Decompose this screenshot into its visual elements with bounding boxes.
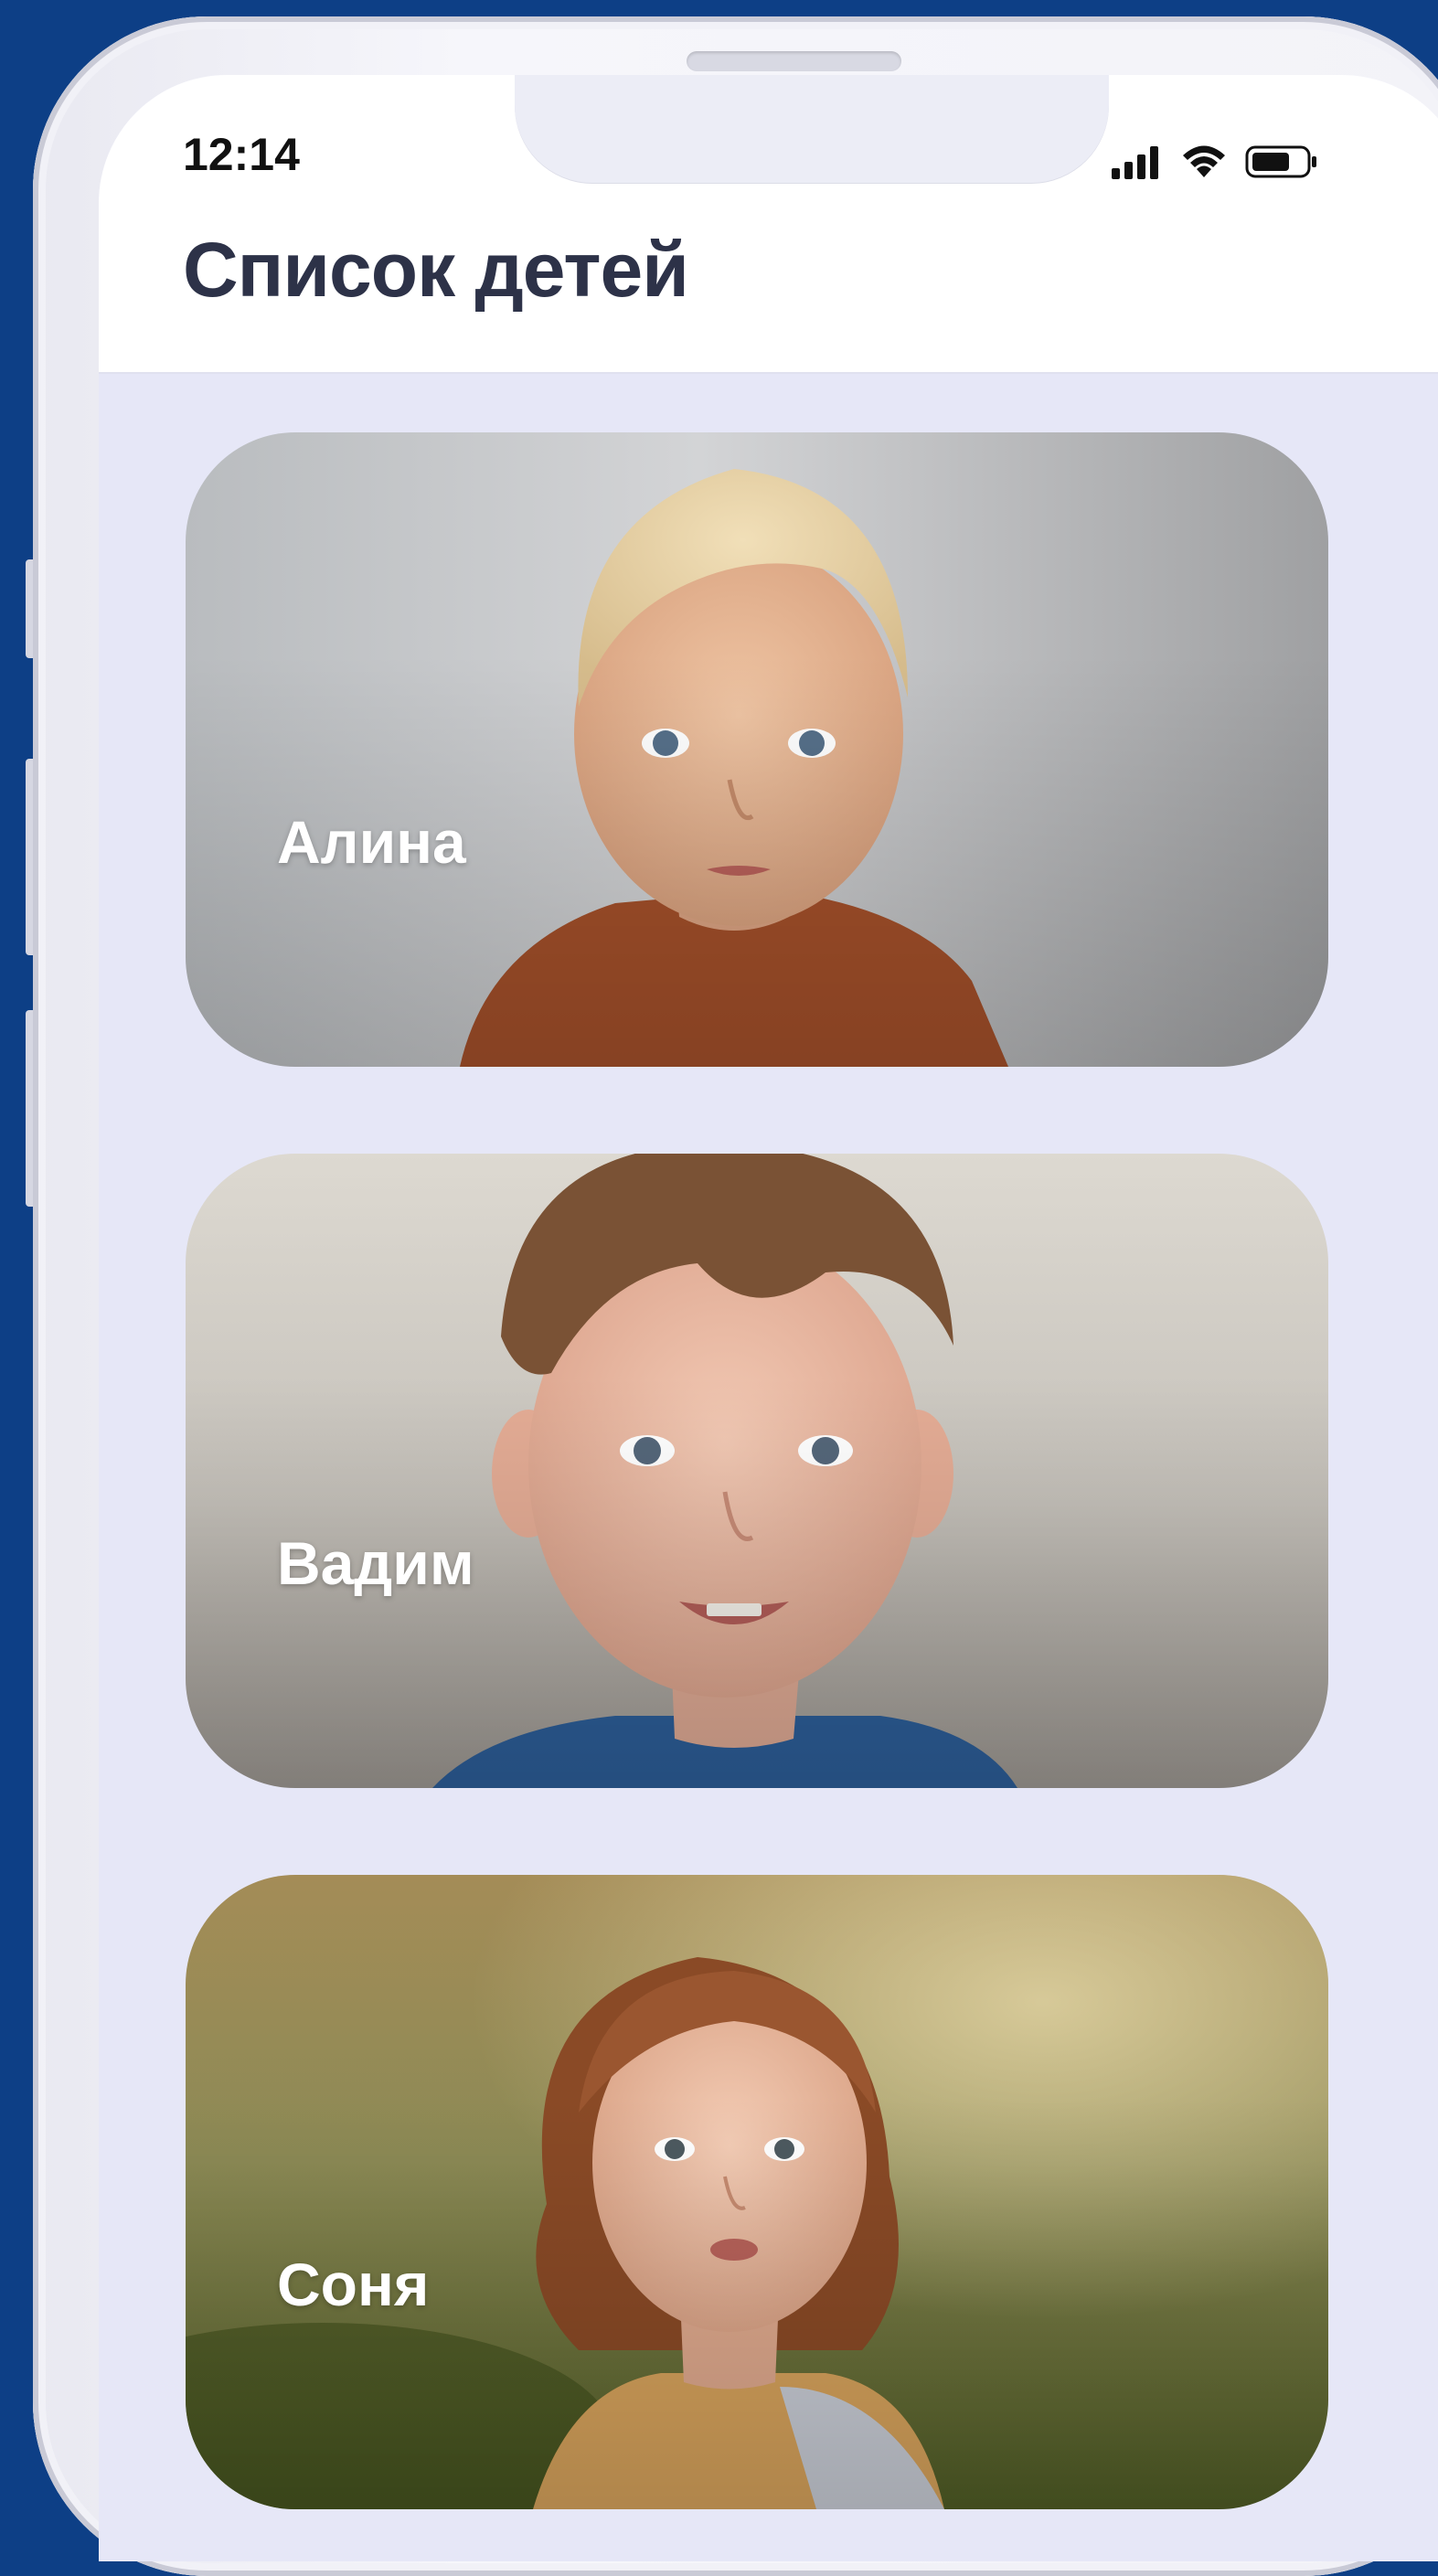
page-title: Список детей: [183, 227, 689, 313]
child-card-2[interactable]: Вадим: [186, 1154, 1328, 1788]
display-notch: [515, 75, 1109, 183]
child-card-1[interactable]: Алина: [186, 432, 1328, 1067]
card-overlay: [186, 432, 1328, 1067]
status-icons: [1112, 133, 1320, 179]
battery-icon: [1245, 145, 1316, 178]
child-name: Алина: [277, 808, 466, 876]
status-time: 12:14: [183, 129, 300, 180]
earpiece-speaker: [687, 51, 901, 71]
cellular-signal-icon: [1112, 146, 1158, 179]
app-header: 12:14 Список детей: [99, 75, 1438, 374]
child-name: Соня: [277, 2251, 430, 2318]
wifi-icon: [1183, 145, 1225, 177]
card-overlay: [186, 1875, 1328, 2509]
app-screen: 12:14 Список детей Алина Вадим Соня: [99, 75, 1438, 2561]
card-overlay: [186, 1154, 1328, 1788]
child-card-3[interactable]: Соня: [186, 1875, 1328, 2509]
child-name: Вадим: [277, 1529, 474, 1597]
